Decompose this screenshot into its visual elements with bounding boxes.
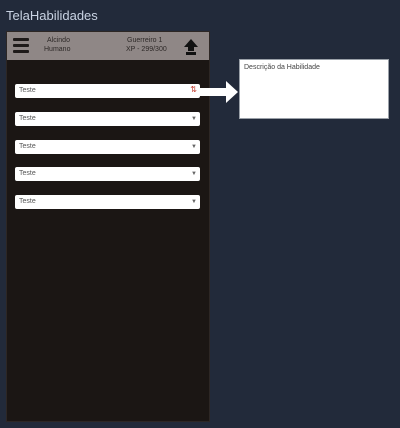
skill-select-2[interactable]: Teste ▼	[15, 112, 200, 126]
skill-select-value: Teste	[19, 170, 36, 177]
skill-select-value: Teste	[19, 198, 36, 205]
skill-description-text: Descrição da Habilidade	[244, 64, 320, 71]
sort-arrows-icon: ⇅	[190, 85, 197, 94]
skill-select-value: Teste	[19, 143, 36, 150]
chevron-down-icon: ▼	[191, 144, 197, 150]
chevron-down-icon: ▼	[191, 116, 197, 122]
skill-select-value: Teste	[19, 87, 36, 94]
skill-select-3[interactable]: Teste ▼	[15, 140, 200, 154]
character-class: Guerreiro 1	[127, 37, 163, 44]
character-xp: XP - 299/300	[126, 46, 167, 53]
character-race: Humano	[44, 46, 71, 53]
chevron-down-icon: ▼	[191, 171, 197, 177]
right-arrow-icon	[200, 81, 238, 103]
hamburger-menu-icon[interactable]	[13, 38, 29, 53]
skill-select-value: Teste	[19, 115, 36, 122]
skill-description-box: Descrição da Habilidade	[239, 59, 389, 119]
skill-select-5[interactable]: Teste ▼	[15, 195, 200, 209]
screen-title: TelaHabilidades	[6, 8, 98, 23]
chevron-down-icon: ▼	[191, 199, 197, 205]
skill-select-1[interactable]: Teste ⇅	[15, 84, 200, 98]
character-name: Alcindo	[47, 37, 70, 44]
phone-panel: Alcindo Humano Guerreiro 1 XP - 299/300 …	[6, 31, 210, 422]
character-header: Alcindo Humano Guerreiro 1 XP - 299/300	[7, 32, 209, 60]
skill-select-4[interactable]: Teste ▼	[15, 167, 200, 181]
arrow-up-icon[interactable]	[184, 39, 198, 55]
